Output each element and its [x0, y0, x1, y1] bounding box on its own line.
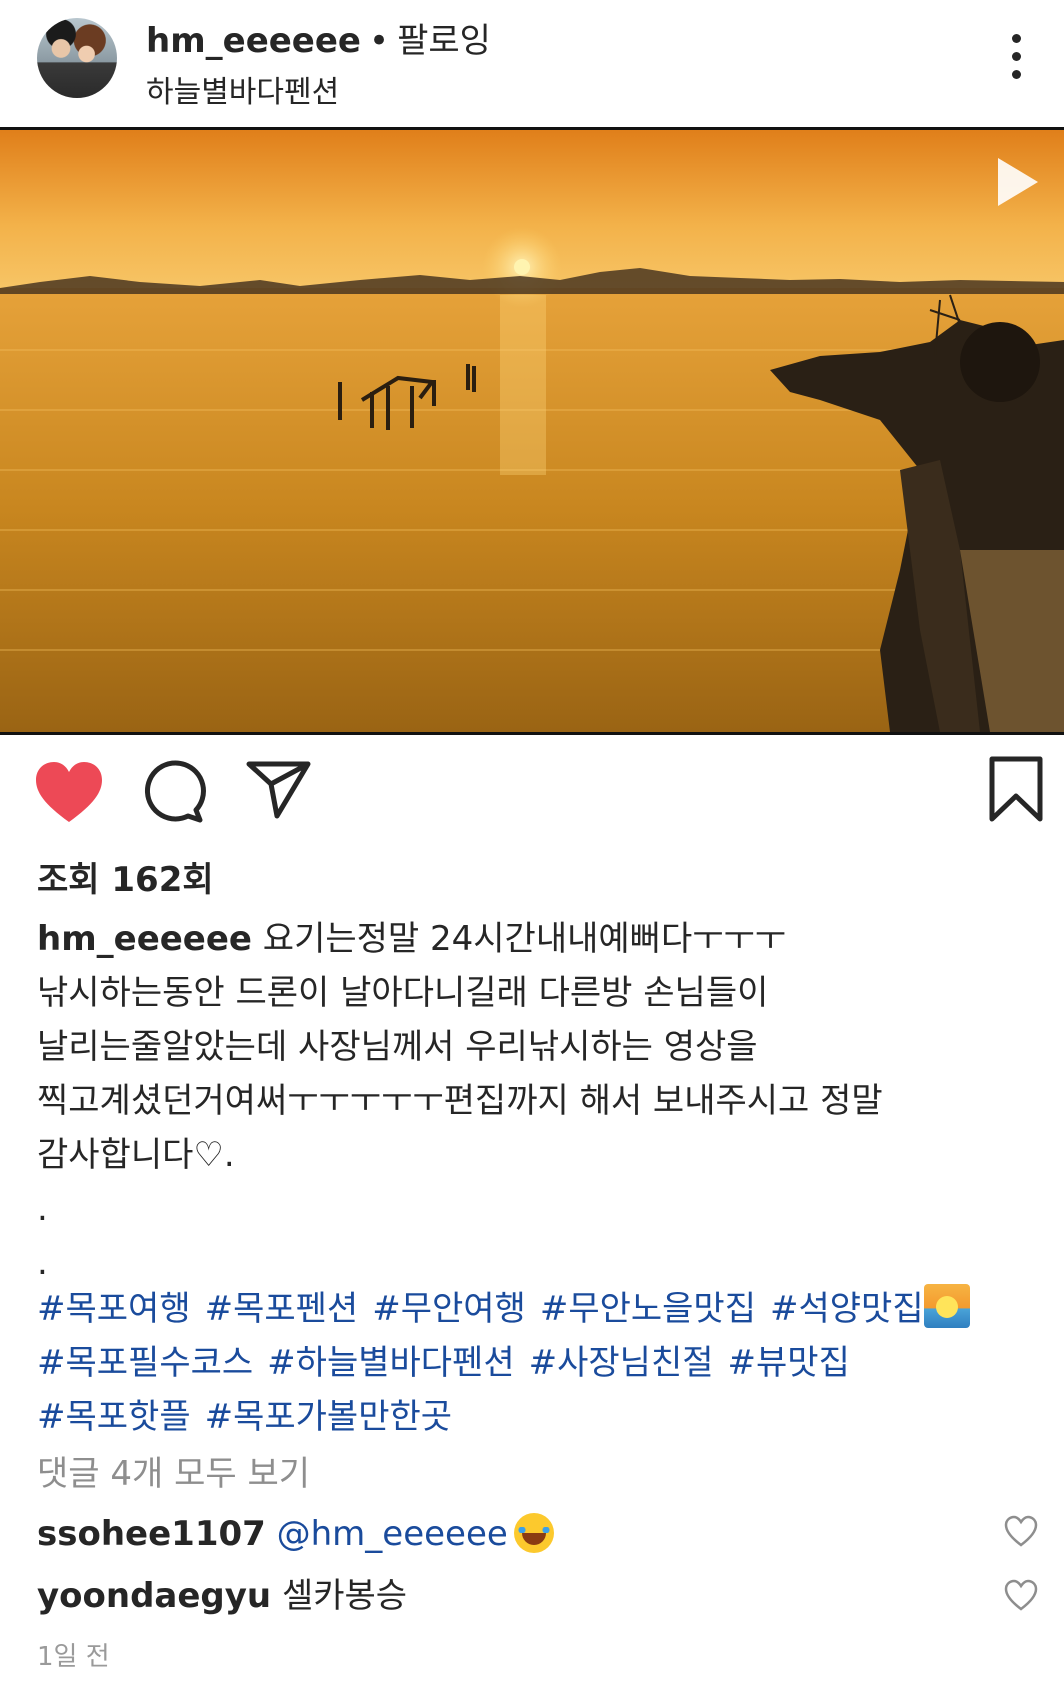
hashtag[interactable]: #무안노을맛집	[540, 1289, 756, 1329]
hashtag[interactable]: #하늘별바다펜션	[267, 1343, 514, 1383]
comment-text: 셀카봉승	[281, 1576, 408, 1616]
comment-item: yoondaegyu 셀카봉승	[37, 1574, 407, 1618]
caption-username[interactable]: hm_eeeeee	[37, 919, 252, 959]
play-icon[interactable]	[992, 154, 1042, 210]
hashtag-list: #목포여행 #목포펜션 #무안여행 #무안노을맛집 #석양맛집 #목포필수코스 #하늘별바…	[37, 1282, 1047, 1444]
paper-plane-icon[interactable]	[246, 760, 312, 824]
sunset-video-frame	[0, 130, 1064, 732]
avatar[interactable]	[37, 18, 117, 98]
view-all-comments-link[interactable]: 댓글 4개 모두 보기	[37, 1452, 310, 1496]
hashtag[interactable]: #목포펜션	[205, 1289, 359, 1329]
comment-username[interactable]: yoondaegyu	[37, 1576, 271, 1616]
hashtag[interactable]: #무안여행	[372, 1289, 526, 1329]
post-caption: hm_eeeeee 요기는정말 24시간내내예뻐다ㅜㅜㅜ 낚시하는동안 드론이 …	[37, 912, 1027, 1290]
hashtag[interactable]: #목포가볼만한곳	[205, 1397, 452, 1437]
sunrise-emoji	[923, 1284, 970, 1328]
post-header: hm_eeeeee • 팔로잉 하늘별바다펜션	[0, 0, 1064, 127]
comment-like-icon[interactable]	[1004, 1515, 1038, 1551]
heart-filled-icon[interactable]	[34, 760, 104, 830]
comment-username[interactable]: ssohee1107	[37, 1514, 266, 1554]
location-link[interactable]: 하늘별바다펜션	[146, 74, 339, 112]
separator-dot: •	[369, 21, 390, 61]
comment-like-icon[interactable]	[1004, 1579, 1038, 1615]
hashtag[interactable]: #목포핫플	[37, 1397, 191, 1437]
caption-text: 요기는정말 24시간내내예뻐다ㅜㅜㅜ 낚시하는동안 드론이 날아다니길래 다른방…	[37, 919, 883, 1283]
hashtag[interactable]: #뷰맛집	[728, 1343, 850, 1383]
comment-icon[interactable]	[142, 760, 206, 828]
post-video[interactable]	[0, 127, 1064, 735]
comment-mention[interactable]: @hm_eeeeee	[277, 1514, 508, 1554]
hashtag[interactable]: #사장님친절	[529, 1343, 714, 1383]
vertical-ellipsis-icon[interactable]	[1000, 34, 1032, 84]
username-row: hm_eeeeee • 팔로잉	[146, 20, 491, 62]
post-timestamp: 1일 전	[37, 1642, 110, 1672]
hashtag[interactable]: #석양맛집	[770, 1289, 924, 1329]
bookmark-icon[interactable]	[988, 756, 1044, 826]
laughing-tears-emoji	[513, 1513, 554, 1553]
view-count[interactable]: 조회 162회	[37, 858, 214, 902]
follow-status[interactable]: 팔로잉	[397, 21, 491, 61]
comment-item: ssohee1107 @hm_eeeeee	[37, 1512, 554, 1556]
hashtag[interactable]: #목포필수코스	[37, 1343, 253, 1383]
action-bar	[0, 756, 1064, 830]
hashtag[interactable]: #목포여행	[37, 1289, 191, 1329]
post-username[interactable]: hm_eeeeee	[146, 21, 361, 61]
